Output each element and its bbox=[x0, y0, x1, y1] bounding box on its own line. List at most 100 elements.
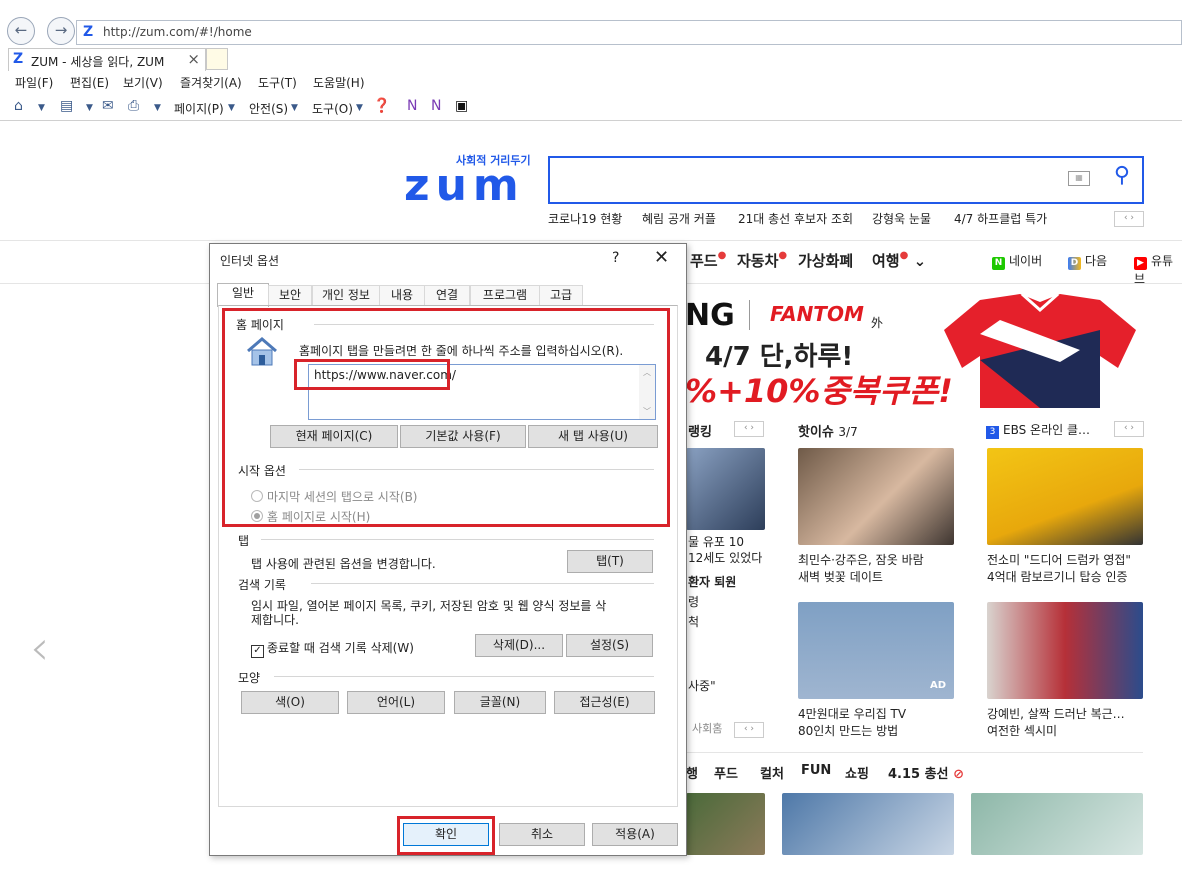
close-icon[interactable]: ✕ bbox=[654, 247, 669, 268]
section-hot[interactable]: 핫이슈 3/7 bbox=[798, 421, 858, 440]
mail-icon[interactable]: ✉ bbox=[102, 98, 114, 114]
help-icon[interactable]: ❓ bbox=[373, 98, 390, 114]
tab-advanced[interactable]: 고급 bbox=[539, 285, 583, 305]
news-caption[interactable]: 여전한 섹시미 bbox=[987, 723, 1057, 740]
tab-security[interactable]: 보안 bbox=[268, 285, 312, 305]
category-tab[interactable]: 4.15 총선 ⊘ bbox=[888, 763, 964, 782]
tab-general[interactable]: 일반 bbox=[217, 283, 269, 307]
left-pager[interactable]: ‹ › bbox=[734, 722, 764, 738]
dropdown-arrow-icon[interactable]: ▼ bbox=[86, 103, 93, 113]
search-input[interactable]: ▦ ⚲ bbox=[548, 156, 1144, 204]
keyboard-icon[interactable]: ▦ bbox=[1068, 171, 1090, 186]
section-ebs[interactable]: 3 EBS 온라인 클… bbox=[986, 421, 1090, 439]
news-thumbnail[interactable] bbox=[686, 793, 765, 855]
news-caption[interactable]: 4억대 람보르기니 탑승 인증 bbox=[987, 569, 1128, 586]
carousel-prev-icon[interactable]: ‹ bbox=[30, 620, 49, 676]
gnb-food[interactable]: 푸드● bbox=[690, 250, 726, 271]
safety-menu[interactable]: 안전(S) bbox=[249, 100, 288, 117]
news-caption[interactable]: 환자 퇴원 bbox=[688, 574, 736, 591]
category-tab[interactable]: 쇼핑 bbox=[845, 763, 869, 782]
news-thumbnail[interactable] bbox=[798, 448, 954, 545]
trend-item[interactable]: 강형욱 눈물 bbox=[872, 210, 931, 227]
gnb-crypto[interactable]: 가상화폐 bbox=[798, 250, 853, 271]
gnb-travel[interactable]: 여행● ⌄ bbox=[872, 250, 926, 271]
ranking-pager[interactable]: ‹ › bbox=[734, 421, 764, 437]
category-tab[interactable]: 컬처 bbox=[760, 763, 784, 782]
news-caption[interactable]: 물 유포 10 bbox=[688, 534, 744, 551]
search-icon[interactable]: ⚲ bbox=[1114, 163, 1130, 188]
colors-button[interactable]: 색(O) bbox=[241, 691, 339, 714]
trend-item[interactable]: 4/7 하프클럽 특가 bbox=[954, 210, 1047, 227]
news-thumbnail[interactable] bbox=[987, 448, 1143, 545]
news-thumbnail[interactable]: AD bbox=[798, 602, 954, 699]
menu-help[interactable]: 도움말(H) bbox=[313, 74, 365, 91]
news-thumbnail[interactable] bbox=[987, 602, 1143, 699]
news-caption[interactable]: 강예빈, 살짝 드러난 복근… bbox=[987, 706, 1125, 723]
news-caption[interactable]: 사중" bbox=[688, 678, 716, 695]
menu-view[interactable]: 보기(V) bbox=[123, 74, 163, 91]
section-footer-link[interactable]: 사회홈 bbox=[692, 720, 722, 737]
rss-feed-icon[interactable]: ▤ bbox=[60, 98, 73, 114]
dropdown-arrow-icon[interactable]: ▼ bbox=[154, 103, 161, 113]
news-caption[interactable]: 전소미 "드디어 드럼카 영접" bbox=[987, 552, 1131, 569]
section-ranking[interactable]: 랭킹 bbox=[688, 421, 712, 440]
onenote-linked-icon[interactable]: N bbox=[431, 98, 441, 114]
news-caption[interactable]: 4만원대로 우리집 TV bbox=[798, 706, 906, 723]
gnb-car[interactable]: 자동차● bbox=[737, 250, 787, 271]
tabs-button[interactable]: 탭(T) bbox=[567, 550, 653, 573]
dropdown-arrow-icon[interactable]: ▼ bbox=[38, 103, 45, 113]
languages-button[interactable]: 언어(L) bbox=[347, 691, 445, 714]
trend-item[interactable]: 코로나19 현황 bbox=[548, 210, 622, 227]
news-caption[interactable]: 80인치 만드는 방법 bbox=[798, 723, 898, 740]
menu-favorites[interactable]: 즐겨찾기(A) bbox=[180, 74, 242, 91]
news-caption[interactable]: 12세도 있었다 bbox=[688, 550, 762, 567]
delete-on-exit-checkbox[interactable]: ✓ 종료할 때 검색 기록 삭제(W) bbox=[251, 639, 414, 658]
news-caption[interactable]: 최민수·강주은, 잠옷 바람 bbox=[798, 552, 924, 569]
delete-history-button[interactable]: 삭제(D)... bbox=[475, 634, 563, 657]
print-icon[interactable]: ⎙ bbox=[128, 98, 139, 114]
tab-close-icon[interactable]: × bbox=[187, 50, 200, 68]
ebs-pager[interactable]: ‹ › bbox=[1114, 421, 1144, 437]
menu-edit[interactable]: 편집(E) bbox=[70, 74, 109, 91]
news-caption[interactable]: 령 bbox=[688, 594, 699, 611]
fonts-button[interactable]: 글꼴(N) bbox=[454, 691, 546, 714]
news-thumbnail[interactable] bbox=[971, 793, 1143, 855]
trend-item[interactable]: 21대 총선 후보자 조회 bbox=[738, 210, 853, 227]
tab-privacy[interactable]: 개인 정보 bbox=[312, 285, 380, 305]
category-tab[interactable]: FUN bbox=[801, 763, 831, 778]
apply-button[interactable]: 적용(A) bbox=[592, 823, 678, 846]
forward-button[interactable]: → bbox=[47, 17, 75, 45]
news-thumbnail[interactable] bbox=[686, 448, 765, 530]
history-settings-button[interactable]: 설정(S) bbox=[566, 634, 653, 657]
tab-programs[interactable]: 프로그램 bbox=[470, 285, 540, 305]
menu-tools[interactable]: 도구(T) bbox=[258, 74, 297, 91]
news-caption[interactable]: 척 bbox=[688, 614, 699, 631]
zum-logo[interactable]: zum bbox=[404, 160, 525, 211]
news-caption[interactable]: 새벽 벚꽃 데이트 bbox=[798, 569, 883, 586]
zum-favicon-icon: Z bbox=[13, 51, 24, 67]
onenote-icon[interactable]: N bbox=[407, 98, 417, 114]
home-icon[interactable]: ⌂ bbox=[14, 98, 23, 114]
trend-pager[interactable]: ‹ › bbox=[1114, 211, 1144, 227]
cancel-button[interactable]: 취소 bbox=[499, 823, 585, 846]
news-thumbnail[interactable] bbox=[782, 793, 954, 855]
trend-item[interactable]: 혜림 공개 커플 bbox=[642, 210, 716, 227]
tools-menu[interactable]: 도구(O) bbox=[312, 100, 353, 117]
address-bar[interactable]: Z http://zum.com/#!/home bbox=[76, 20, 1182, 45]
link-naver[interactable]: N 네이버 bbox=[992, 252, 1042, 270]
menu-file[interactable]: 파일(F) bbox=[15, 74, 53, 91]
link-daum[interactable]: D 다음 bbox=[1068, 252, 1107, 270]
back-button[interactable]: ← bbox=[7, 17, 35, 45]
chevron-down-icon[interactable]: ⌄ bbox=[914, 252, 927, 270]
help-icon[interactable]: ? bbox=[612, 250, 619, 266]
tab-connections[interactable]: 연결 bbox=[424, 285, 470, 305]
accessibility-button[interactable]: 접근성(E) bbox=[554, 691, 655, 714]
category-tab[interactable]: 푸드 bbox=[714, 763, 738, 782]
category-tab[interactable]: 행 bbox=[686, 763, 698, 782]
page-menu[interactable]: 페이지(P) bbox=[174, 100, 224, 117]
browser-tab[interactable]: Z ZUM - 세상을 읽다, ZUM × bbox=[8, 48, 206, 71]
link-youtube[interactable]: ▶ 유튜브 bbox=[1134, 252, 1182, 287]
screen-capture-icon[interactable]: ▣ bbox=[455, 98, 468, 114]
tab-content[interactable]: 내용 bbox=[379, 285, 425, 305]
new-tab-button[interactable] bbox=[206, 48, 228, 70]
